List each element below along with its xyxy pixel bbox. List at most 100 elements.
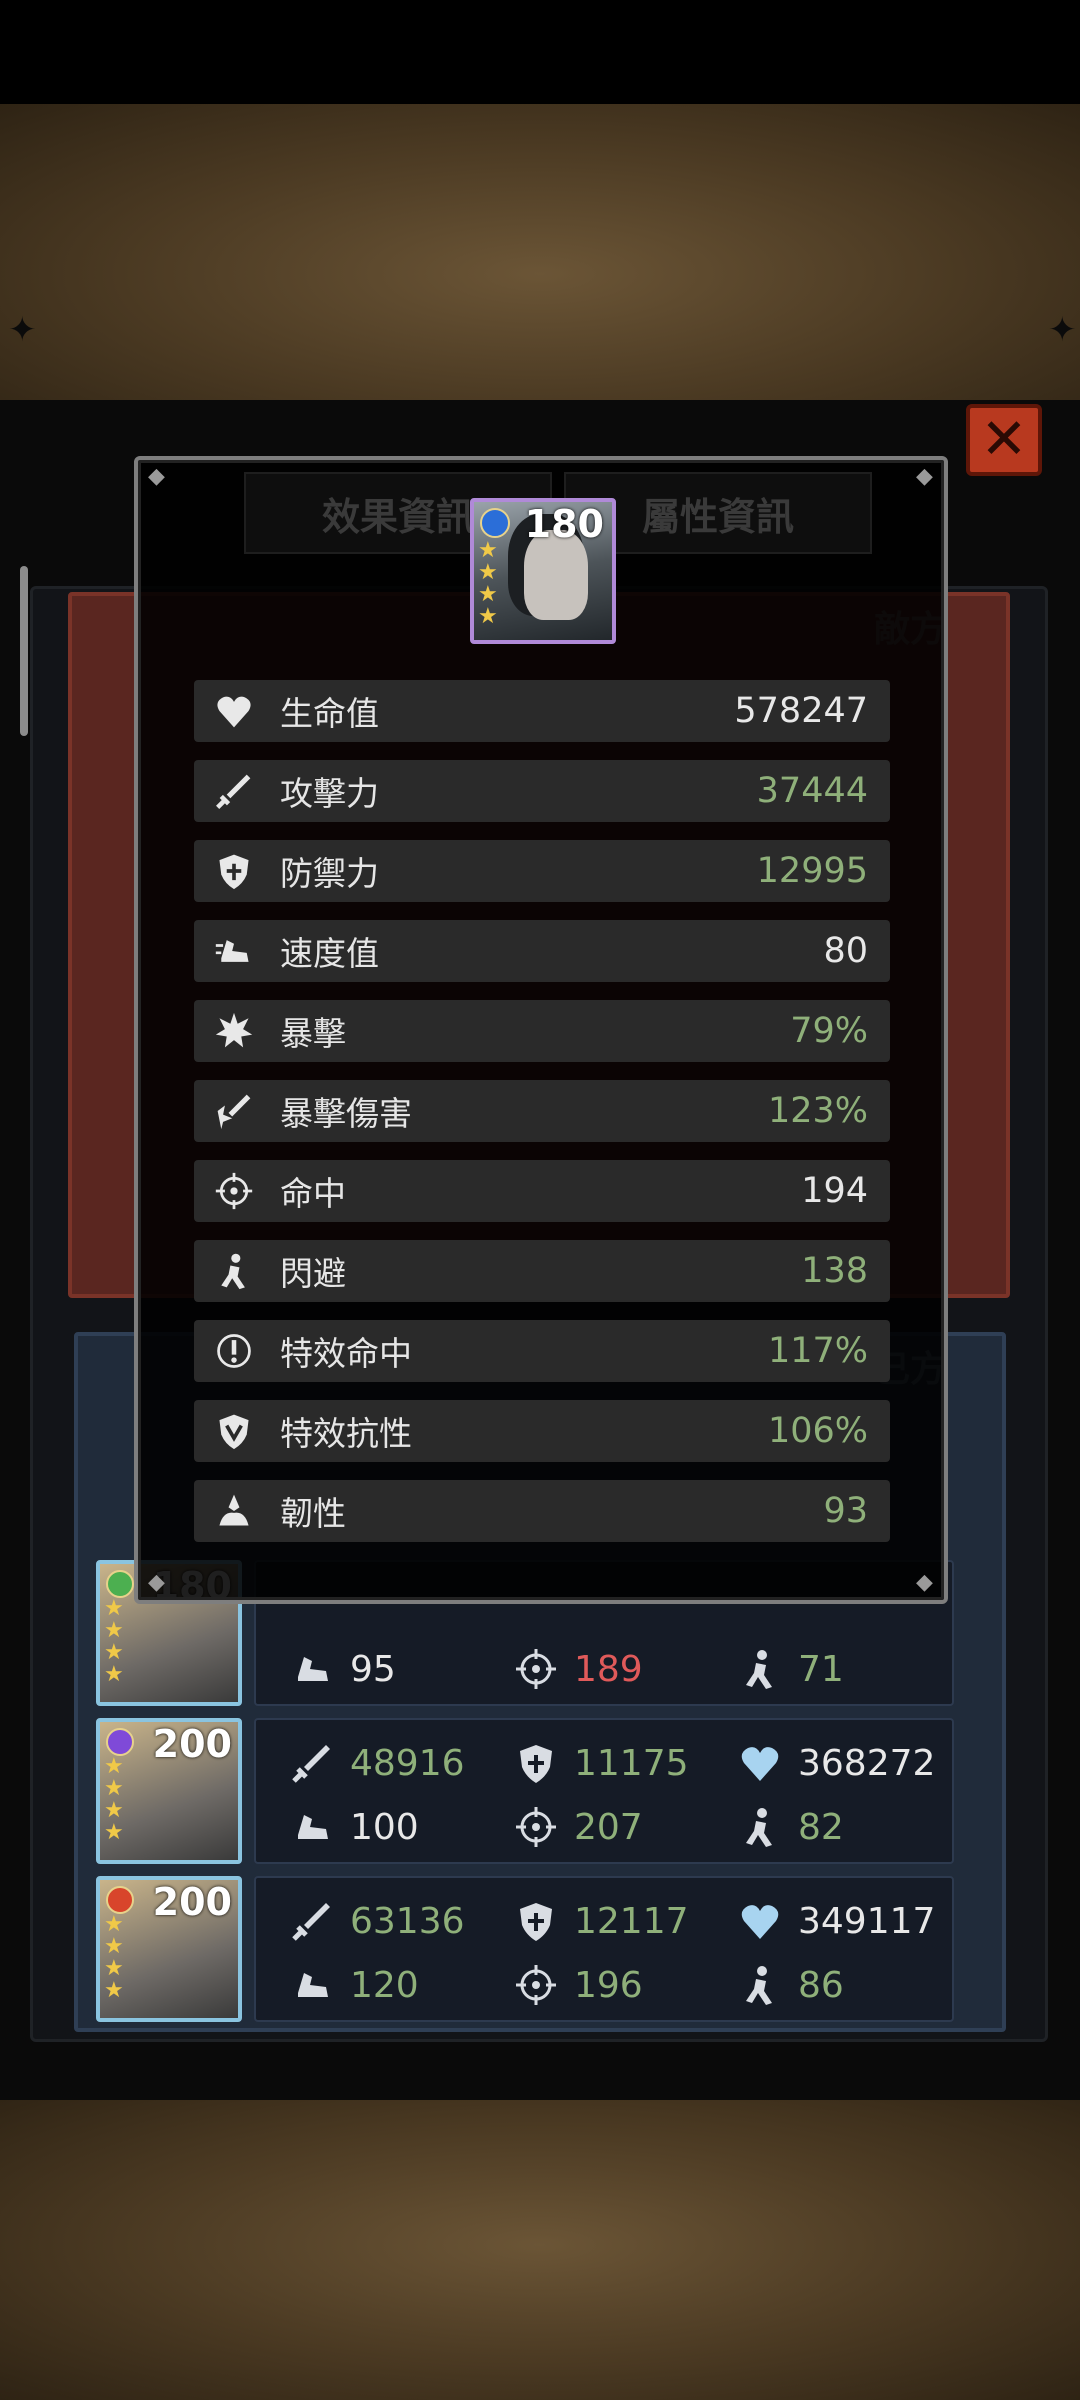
effect-hit-icon [212,1329,256,1373]
sword-icon [288,1897,336,1945]
unit-evasion-value: 71 [798,1648,844,1690]
dodge-icon [736,1961,784,2009]
unit-stats-box: 48916 11175 368272 100 207 82 [254,1718,954,1864]
shield-icon [212,849,256,893]
unit-evasion-value: 82 [798,1806,844,1848]
stat-row: 特效命中 117% [194,1320,890,1382]
water-element-icon [480,508,510,538]
unit-stats-box: 63136 12117 349117 120 196 86 [254,1876,954,2022]
game-screen: ✦ ✦ 敵方 己方 180 ★★★★ 95 189 71 200 ★★★★ 48… [0,0,1080,2400]
stat-value: 117% [767,1331,868,1371]
stat-label: 韌性 [280,1494,346,1533]
hero-level: 180 [524,502,604,546]
stat-value: 37444 [756,771,868,811]
crosshair-icon [512,1803,560,1851]
stat-value: 79% [790,1011,868,1051]
crosshair-icon [512,1961,560,2009]
stat-row: 攻擊力 37444 [194,760,890,822]
stat-row: 生命值 578247 [194,680,890,742]
stat-value: 80 [823,931,868,971]
unit-hp-value: 349117 [798,1900,936,1942]
heart-icon [736,1739,784,1787]
stat-label: 速度值 [280,934,379,973]
unit-portrait[interactable]: 200 ★ ★ ★ ★ [96,1876,242,2022]
decor-star-icon: ✦ [8,310,37,350]
element-icon [106,1728,134,1756]
crosshair-icon [212,1169,256,1213]
sword-icon [212,769,256,813]
sword-icon [288,1739,336,1787]
dodge-icon [736,1803,784,1851]
shield-icon [512,1897,560,1945]
stat-row: 暴擊 79% [194,1000,890,1062]
stat-label: 命中 [280,1174,346,1213]
stat-row: 暴擊傷害 123% [194,1080,890,1142]
element-icon [106,1570,134,1598]
stat-label: 防禦力 [280,854,379,893]
scrollbar[interactable] [20,566,28,736]
stat-label: 暴擊傷害 [280,1094,412,1133]
parchment-background-top [0,104,1080,444]
stat-label: 暴擊 [280,1014,346,1053]
speed-boot-icon [288,1803,336,1851]
stat-value: 194 [801,1171,868,1211]
speed-boot-icon [288,1645,336,1693]
heart-icon [736,1897,784,1945]
unit-attack-value: 48916 [350,1742,465,1784]
stat-label: 特效命中 [280,1334,412,1373]
stat-value: 93 [823,1491,868,1531]
stat-value: 578247 [734,691,868,731]
stat-value: 123% [767,1091,868,1131]
frame-corner-icon: ◆ [148,1570,165,1595]
speed-boot-icon [212,929,256,973]
element-icon [106,1886,134,1914]
dodge-icon [736,1645,784,1693]
frame-corner-icon: ◆ [916,464,933,489]
star-rating-icon: ★ ★ ★ ★ [104,1754,124,1845]
unit-attack-value: 63136 [350,1900,465,1942]
stat-row: 韌性 93 [194,1480,890,1542]
stat-label: 閃避 [280,1254,346,1293]
unit-speed-value: 100 [350,1806,419,1848]
unit-defense-value: 12117 [574,1900,689,1942]
crit-damage-icon [212,1089,256,1133]
stat-value: 138 [801,1251,868,1291]
hero-portrait: 180 ★ ★ ★ ★ [470,498,616,644]
stat-label: 攻擊力 [280,774,379,813]
unit-portrait[interactable]: 200 ★ ★ ★ ★ [96,1718,242,1864]
shield-icon [512,1739,560,1787]
star-rating-icon: ★ ★ ★ ★ [104,1912,124,2003]
stat-row: 防禦力 12995 [194,840,890,902]
star-rating-icon: ★ ★ ★ ★ [478,538,498,629]
parchment-background-bottom [0,2090,1080,2400]
unit-accuracy-value: 196 [574,1964,643,2006]
speed-boot-icon [288,1961,336,2009]
close-button[interactable]: ✕ [966,404,1042,476]
stat-label: 生命值 [280,694,379,733]
stat-value: 106% [767,1411,868,1451]
star-rating-icon: ★ ★ ★ ★ [104,1596,124,1687]
unit-hp-value: 368272 [798,1742,936,1784]
ally-unit-row[interactable]: 200 ★ ★ ★ ★ 63136 12117 349117 120 196 86 [96,1876,958,2022]
unit-speed-value: 95 [350,1648,396,1690]
ally-unit-row[interactable]: 200 ★ ★ ★ ★ 48916 11175 368272 100 207 82 [96,1718,958,1864]
dodge-icon [212,1249,256,1293]
effect-resist-icon [212,1409,256,1453]
stat-label: 特效抗性 [280,1414,412,1453]
close-icon: ✕ [980,407,1028,472]
unit-defense-value: 11175 [574,1742,689,1784]
unit-evasion-value: 86 [798,1964,844,2006]
decor-star-icon: ✦ [1048,310,1077,350]
unit-level: 200 [152,1722,232,1766]
frame-corner-icon: ◆ [916,1570,933,1595]
unit-speed-value: 120 [350,1964,419,2006]
crit-burst-icon [212,1009,256,1053]
crosshair-icon [512,1645,560,1693]
unit-accuracy-value: 207 [574,1806,643,1848]
stat-row: 特效抗性 106% [194,1400,890,1462]
unit-attributes-modal: ◆ ◆ ◆ ◆ 效果資訊 屬性資訊 180 ★ ★ ★ ★ 生命值 578247 攻擊力 3… [134,456,948,1604]
stat-row: 速度值 80 [194,920,890,982]
tenacity-icon [212,1489,256,1533]
heart-icon [212,689,256,733]
stat-row: 閃避 138 [194,1240,890,1302]
